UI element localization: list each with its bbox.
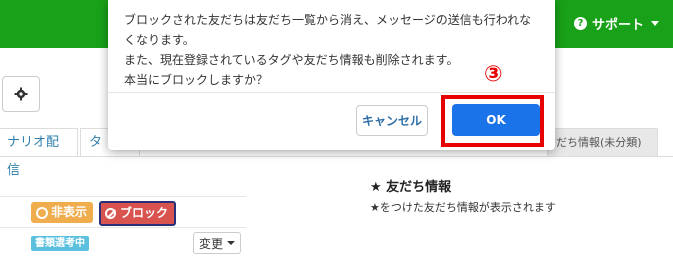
dialog-line: 本当にブロックしますか？ bbox=[124, 73, 269, 87]
dialog-line: また、現在登録されているタグや友だち情報も削除されます。 bbox=[124, 53, 459, 67]
gear-icon bbox=[14, 87, 28, 101]
status-tag: 書類選考中 bbox=[31, 236, 89, 251]
hide-label: 非表示 bbox=[51, 205, 88, 219]
tab-scenario[interactable]: ナリオ配信 bbox=[0, 128, 78, 178]
highlight-box bbox=[441, 95, 544, 147]
change-label: 変更 bbox=[198, 236, 223, 251]
settings-button[interactable] bbox=[2, 76, 40, 112]
cancel-button[interactable]: キャンセル bbox=[356, 105, 428, 136]
question-circle-icon: ? bbox=[573, 17, 587, 30]
dialog-line: ブロックされた友だちは友だち一覧から消え、メッセージの送信も行われな bbox=[124, 13, 532, 27]
tab-friend-info-uncategorized[interactable]: だち情報(未分類) bbox=[547, 128, 658, 156]
hide-button[interactable]: 非表示 bbox=[31, 202, 94, 223]
eye-slash-icon bbox=[36, 206, 48, 219]
ban-icon bbox=[105, 208, 116, 219]
tab-label: タ bbox=[89, 135, 103, 150]
row-divider bbox=[0, 227, 246, 228]
tabs-divider bbox=[0, 156, 673, 157]
support-label: サポート bbox=[591, 18, 644, 33]
support-menu[interactable]: ? サポート bbox=[573, 14, 659, 33]
caret-down-icon bbox=[227, 241, 235, 245]
caret-down-icon bbox=[651, 21, 659, 26]
block-label: ブロック bbox=[120, 206, 169, 220]
change-dropdown-button[interactable]: 変更 bbox=[193, 232, 241, 254]
step-number-marker: ③ bbox=[484, 62, 503, 87]
block-button[interactable]: ブロック bbox=[99, 201, 177, 226]
friend-info-description: ★をつけた友だち情報が表示されます bbox=[370, 201, 556, 214]
dialog-line: くなります。 bbox=[124, 33, 195, 47]
row-divider bbox=[0, 196, 246, 197]
tab-label: だち情報(未分類) bbox=[556, 136, 642, 149]
friend-info-title: ★ 友だち情報 bbox=[370, 180, 452, 195]
dialog-divider bbox=[108, 92, 555, 93]
dialog-message: ブロックされた友だちは友だち一覧から消え、メッセージの送信も行われな くなります… bbox=[124, 10, 544, 90]
